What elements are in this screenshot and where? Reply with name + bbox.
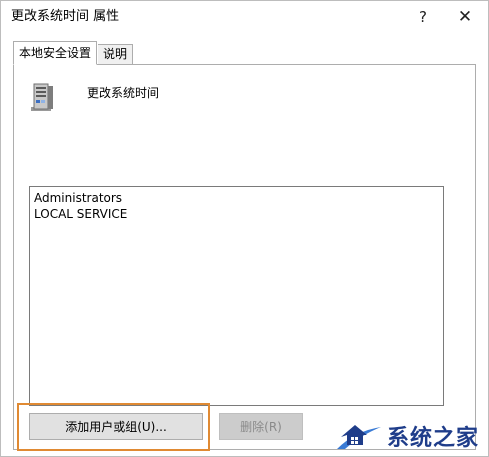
help-button[interactable]: ? bbox=[403, 1, 443, 33]
help-icon: ? bbox=[419, 8, 427, 26]
title-bar: 更改系统时间 属性 ? ✕ bbox=[1, 1, 488, 33]
list-item[interactable]: Administrators bbox=[33, 190, 440, 206]
watermark-text: 系统之家 bbox=[387, 426, 480, 451]
watermark: 系统之家 bbox=[331, 415, 489, 453]
tab-explain[interactable]: 说明 bbox=[98, 44, 134, 65]
add-user-or-group-button[interactable]: 添加用户或组(U)... bbox=[29, 413, 203, 440]
properties-dialog: 更改系统时间 属性 ? ✕ 本地安全设置 说明 更改系统时间 Administr… bbox=[0, 0, 489, 457]
remove-button[interactable]: 删除(R) bbox=[219, 413, 303, 440]
list-item[interactable]: LOCAL SERVICE bbox=[33, 206, 440, 222]
accounts-listbox[interactable]: Administrators LOCAL SERVICE bbox=[29, 186, 444, 406]
house-logo-icon bbox=[331, 415, 385, 453]
close-button[interactable]: ✕ bbox=[445, 1, 485, 33]
policy-name: 更改系统时间 bbox=[87, 86, 160, 100]
close-icon: ✕ bbox=[457, 7, 473, 27]
server-icon bbox=[27, 81, 61, 115]
dialog-title: 更改系统时间 属性 bbox=[11, 9, 120, 24]
tab-local-security-setting[interactable]: 本地安全设置 bbox=[13, 41, 98, 65]
